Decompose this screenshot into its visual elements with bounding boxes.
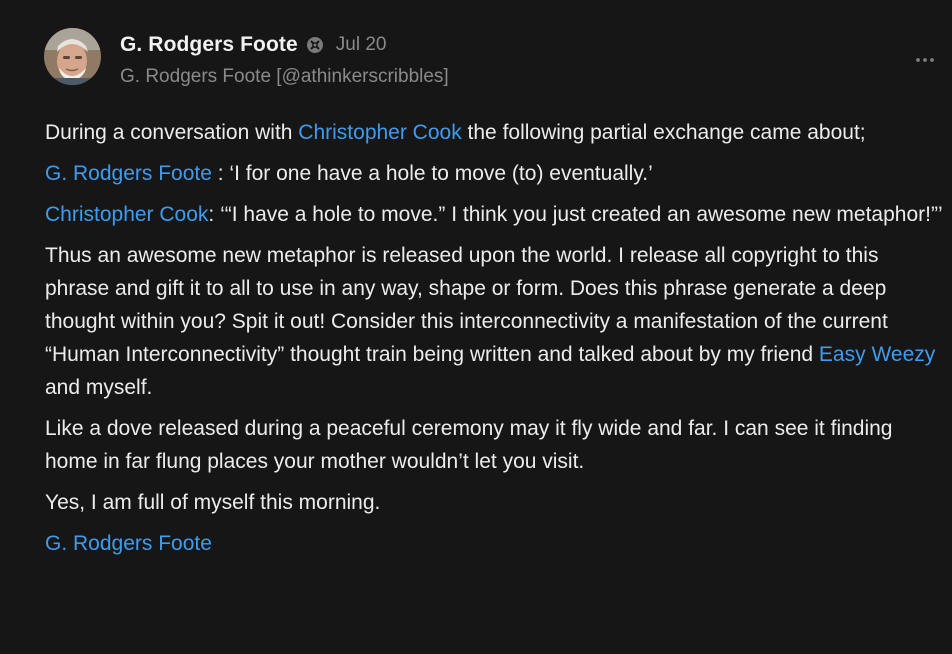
more-options-button[interactable] <box>914 52 936 68</box>
post-card: G. Rodgers Foote Jul 20 G. Rodgers Foote… <box>0 0 952 654</box>
post-body: During a conversation with Christopher C… <box>45 116 945 568</box>
author-avatar[interactable] <box>44 28 101 85</box>
author-header: G. Rodgers Foote Jul 20 <box>120 33 386 57</box>
post-date[interactable]: Jul 20 <box>336 34 387 56</box>
paragraph-quote-foote: G. Rodgers Foote : ‘I for one have a hol… <box>45 157 945 190</box>
signature-paragraph: G. Rodgers Foote <box>45 527 945 560</box>
paragraph-dove: Like a dove released during a peaceful c… <box>45 417 893 473</box>
text-span: During a conversation with <box>45 121 299 144</box>
text-span: the following partial exchange came abou… <box>461 121 866 144</box>
verified-badge-icon <box>306 36 324 54</box>
avatar-photo-icon <box>44 28 101 85</box>
mention-easy-weezy[interactable]: Easy Weezy <box>819 343 935 366</box>
text-span: : ‘I for one have a hole to move (to) ev… <box>211 162 653 185</box>
ellipsis-icon <box>916 58 934 62</box>
paragraph-metaphor: Thus an awesome new metaphor is released… <box>45 239 945 404</box>
mention-christopher-cook[interactable]: Christopher Cook <box>45 203 208 226</box>
paragraph-morning: Yes, I am full of myself this morning. <box>45 491 381 514</box>
author-name[interactable]: G. Rodgers Foote <box>120 33 298 57</box>
paragraph-intro: During a conversation with Christopher C… <box>45 116 945 149</box>
text-span: and myself. <box>45 376 153 399</box>
mention-g-rodgers-foote[interactable]: G. Rodgers Foote <box>45 162 212 185</box>
mention-christopher-cook[interactable]: Christopher Cook <box>298 121 461 144</box>
text-span: Thus an awesome new metaphor is released… <box>45 244 888 366</box>
paragraph-quote-cook: Christopher Cook: ‘“I have a hole to mov… <box>45 198 945 231</box>
signature-link[interactable]: G. Rodgers Foote <box>45 532 212 555</box>
author-handle[interactable]: G. Rodgers Foote [@athinkerscribbles] <box>120 66 449 88</box>
text-span: : ‘“I have a hole to move.” I think you … <box>208 203 943 226</box>
